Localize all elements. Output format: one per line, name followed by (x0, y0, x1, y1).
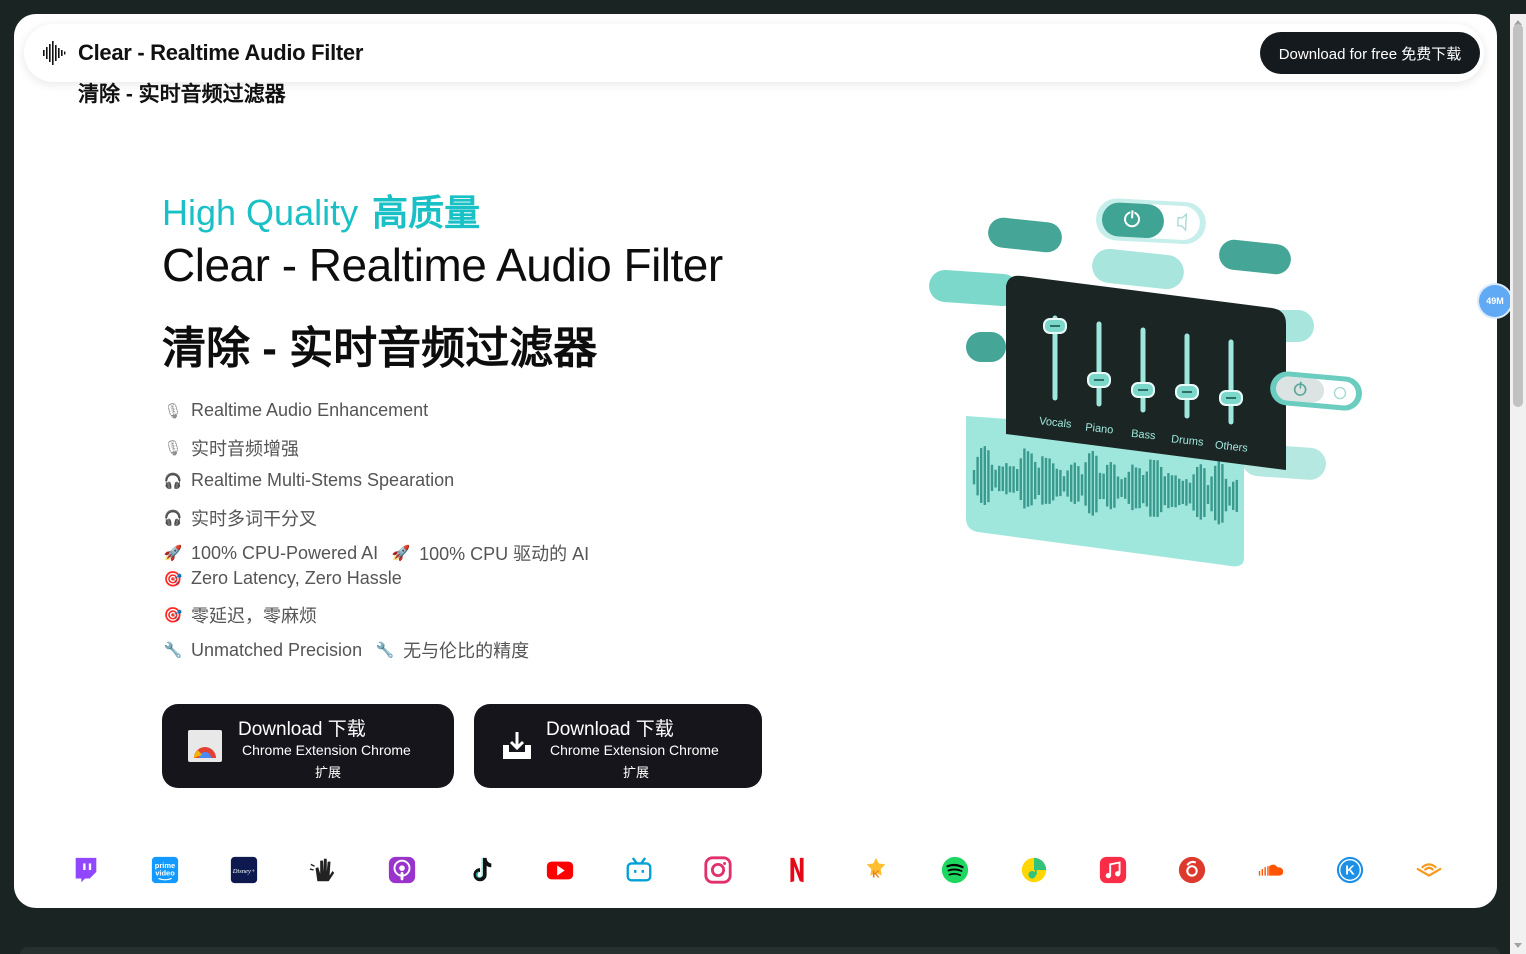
feature-item: 🎙 Realtime Audio Enhancement (162, 400, 428, 421)
tiktok-icon[interactable] (465, 854, 497, 886)
scroll-thumb[interactable] (1513, 24, 1523, 407)
headphones-icon: 🎧 (163, 472, 183, 490)
feature-text: 100% CPU 驱动的 AI (419, 544, 590, 564)
feature-item: 🎯 Zero Latency, Zero Hassle (162, 568, 402, 589)
feature-item: 🎧 Realtime Multi-Stems Spearation (162, 470, 454, 491)
bottom-strip (20, 947, 1500, 954)
page-card: Clear - Realtime Audio Filter Download f… (14, 14, 1497, 908)
download-chrome-extension-button-2[interactable]: Download 下载 Chrome Extension Chrome 扩展 (474, 704, 762, 788)
svg-text:K: K (1345, 863, 1355, 878)
hero-title: Clear - Realtime Audio Filter (162, 239, 723, 291)
download-free-button[interactable]: Download for free 免费下载 (1260, 32, 1480, 74)
hero-title-cn: 清除 - 实时音频过滤器 (162, 324, 598, 373)
site-title[interactable]: Clear - Realtime Audio Filter (78, 40, 363, 66)
netflix-icon[interactable] (781, 854, 813, 886)
feature-text: 零延迟，零麻烦 (191, 606, 317, 626)
eyebrow-en: High Quality (162, 192, 359, 233)
spotify-icon[interactable] (939, 854, 971, 886)
hand-wave-icon[interactable] (307, 854, 339, 886)
chrome-icon (188, 730, 222, 762)
download-label: Download 下载 (238, 719, 366, 740)
site-title-cn: 清除 - 实时音频过滤器 (78, 83, 286, 106)
feature-text: 实时多词干分叉 (191, 509, 317, 529)
instagram-icon[interactable] (702, 854, 734, 886)
svg-text:Disney+: Disney+ (232, 868, 256, 875)
scrollbar[interactable] (1510, 14, 1526, 954)
bilibili-icon[interactable] (623, 854, 655, 886)
rocket-icon: 🚀 (391, 545, 411, 562)
svg-text:video: video (155, 869, 175, 878)
header-bar: Clear - Realtime Audio Filter Download f… (24, 24, 1484, 82)
wrench-icon: 🔧 (163, 642, 183, 659)
feature-item: 🎯 零延迟，零麻烦 (162, 602, 317, 628)
download-chrome-extension-button[interactable]: Download 下载 Chrome Extension Chrome 扩展 (162, 704, 454, 788)
svg-text:K: K (872, 870, 880, 881)
soundcloud-icon[interactable] (1255, 854, 1287, 886)
download-tray-icon (503, 732, 531, 759)
feature-text: 100% CPU-Powered AI (191, 542, 379, 563)
download-sublabel: Chrome Extension Chrome (242, 742, 411, 758)
prime-video-icon[interactable]: prime video (149, 854, 181, 886)
scroll-down-arrow-icon[interactable] (1514, 943, 1522, 948)
feature-text: 实时音频增强 (191, 439, 299, 459)
feature-text: Realtime Audio Enhancement (191, 400, 429, 420)
kuwo-icon[interactable]: K (860, 854, 892, 886)
twitch-icon[interactable] (70, 854, 102, 886)
feature-text: Unmatched Precision (191, 639, 363, 660)
headphones-icon: 🎧 (163, 510, 183, 527)
feature-text: Realtime Multi-Stems Spearation (191, 470, 455, 490)
waveform-logo-icon (43, 41, 66, 65)
feature-text: Zero Latency, Zero Hassle (191, 568, 402, 588)
rocket-icon: 🚀 (163, 545, 183, 562)
power-toggle (1095, 198, 1206, 245)
kugou-icon[interactable]: K (1334, 854, 1366, 886)
target-icon: 🎯 (163, 570, 183, 588)
feature-item: 🎙 实时音频增强 (162, 435, 299, 461)
feature-item: 🚀 100% CPU-Powered AI 🚀 100% CPU 驱动的 AI (162, 540, 590, 566)
download-sublabel: Chrome Extension Chrome (550, 742, 719, 758)
microphone-icon: 🎙 (163, 440, 183, 457)
target-icon: 🎯 (163, 607, 183, 624)
download-sublabel-cn: 扩展 (315, 765, 342, 780)
wrench-icon: 🔧 (375, 642, 395, 659)
apple-music-icon[interactable] (1097, 854, 1129, 886)
netease-music-icon[interactable] (1176, 854, 1208, 886)
download-label: Download 下载 (546, 719, 674, 740)
podcasts-icon[interactable] (386, 854, 418, 886)
platform-icons-row: prime video Disney+ K K (70, 854, 1450, 894)
download-sublabel-cn: 扩展 (623, 765, 650, 780)
feature-item: 🔧 Unmatched Precision 🔧 无与伦比的精度 (162, 637, 529, 663)
hero-eyebrow: High Quality 高质量 (162, 184, 480, 236)
microphone-icon: 🎙 (163, 402, 183, 420)
feature-text: 无与伦比的精度 (403, 641, 530, 661)
qq-music-icon[interactable] (1018, 854, 1050, 886)
disney-plus-icon[interactable]: Disney+ (228, 854, 260, 886)
eyebrow-cn: 高质量 (372, 192, 481, 233)
audible-icon[interactable] (1413, 854, 1445, 886)
youtube-icon[interactable] (544, 854, 576, 886)
feature-item: 🎧 实时多词干分叉 (162, 505, 317, 531)
audio-mixer-illustration: Vocals Piano Bass Drums Others (929, 198, 1362, 567)
memory-badge[interactable]: 49M (1479, 285, 1511, 317)
